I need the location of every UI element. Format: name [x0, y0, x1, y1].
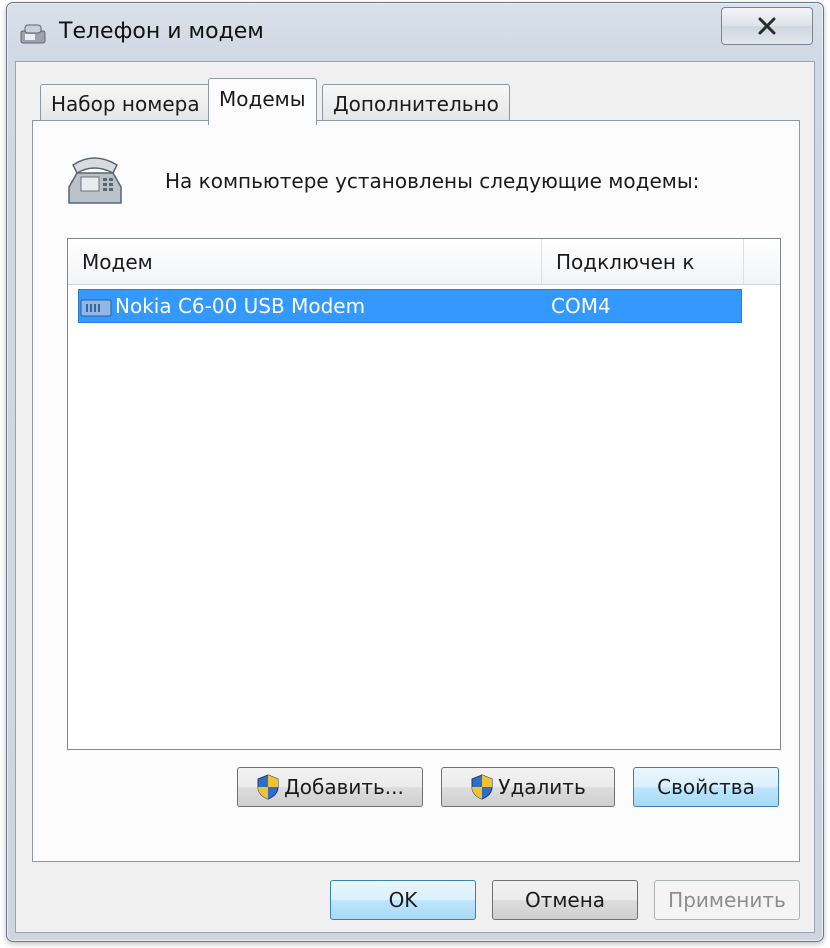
- uac-shield-icon: [471, 774, 493, 800]
- add-button-label: Добавить...: [284, 775, 404, 799]
- remove-modem-button[interactable]: Удалить: [441, 767, 615, 807]
- column-header-port[interactable]: Подключен к: [542, 239, 744, 285]
- tab-dialing[interactable]: Набор номера: [40, 84, 211, 124]
- close-button[interactable]: [721, 7, 813, 45]
- column-header-modem[interactable]: Модем: [68, 239, 542, 285]
- modem-port-cell: COM4: [551, 294, 611, 318]
- modems-list[interactable]: Модем Подключен к Nokia C6-00 USB Modem …: [67, 238, 781, 750]
- add-modem-button[interactable]: Добавить...: [237, 767, 423, 807]
- list-header: Модем Подключен к: [68, 239, 780, 285]
- ok-button[interactable]: OK: [330, 880, 476, 920]
- title-bar[interactable]: Телефон и модем: [7, 3, 823, 61]
- modem-icon: [80, 299, 112, 317]
- properties-button[interactable]: Свойства: [633, 767, 779, 807]
- telephone-icon: [68, 157, 122, 204]
- dialog-window: Телефон и модем Набор номера Модемы Допо…: [6, 2, 824, 942]
- apply-button[interactable]: Применить: [654, 880, 800, 920]
- phone-modem-icon: [20, 24, 46, 44]
- window-title: Телефон и модем: [59, 19, 264, 44]
- remove-button-label: Удалить: [498, 775, 586, 799]
- modems-panel: На компьютере установлены следующие моде…: [32, 120, 800, 862]
- modem-name-cell: Nokia C6-00 USB Modem: [115, 294, 366, 318]
- dialog-body: Набор номера Модемы Дополнительно На ком…: [15, 61, 815, 933]
- modems-intro-text: На компьютере установлены следующие моде…: [165, 169, 700, 193]
- table-row[interactable]: Nokia C6-00 USB Modem COM4: [78, 289, 742, 323]
- uac-shield-icon: [257, 774, 279, 800]
- tab-advanced[interactable]: Дополнительно: [322, 84, 510, 124]
- tab-modems[interactable]: Модемы: [208, 78, 317, 125]
- close-icon: [758, 17, 776, 35]
- cancel-button[interactable]: Отмена: [492, 880, 638, 920]
